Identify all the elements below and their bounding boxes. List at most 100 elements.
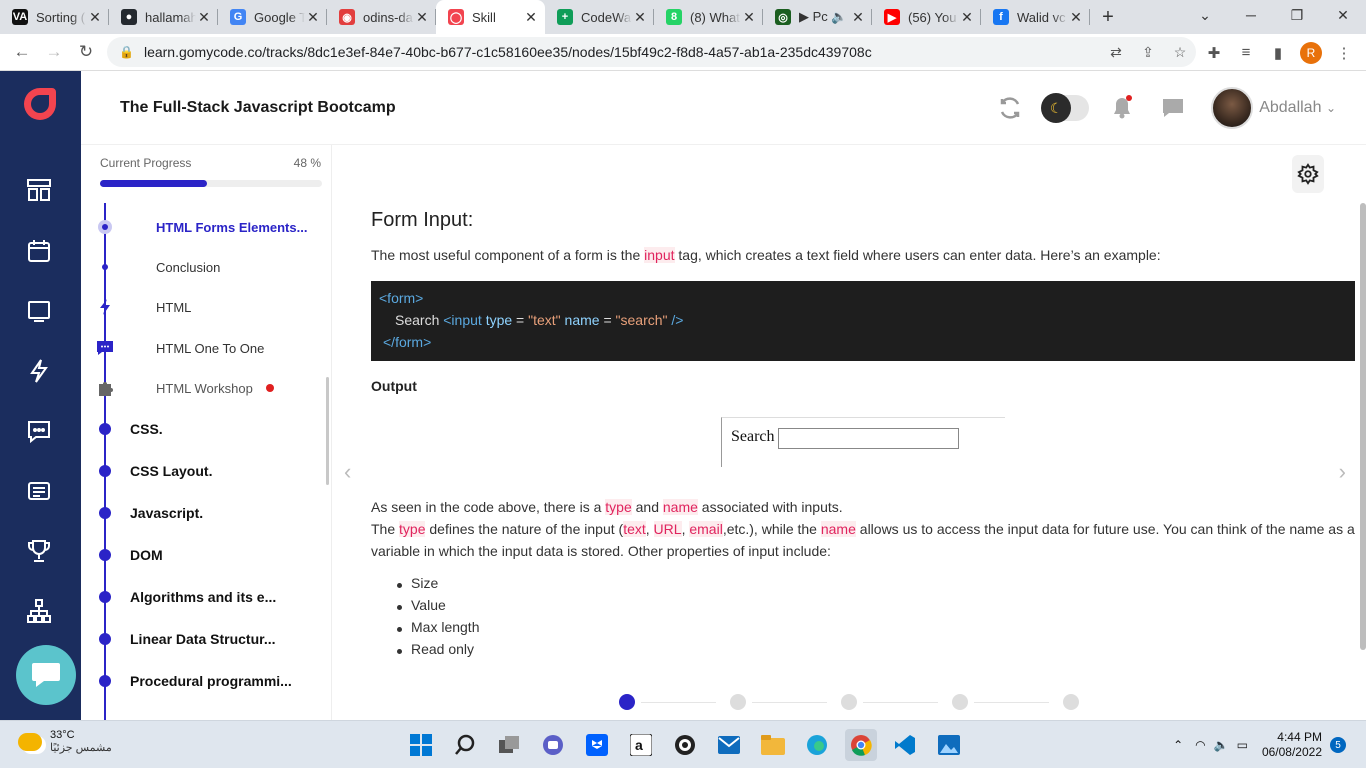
- task-view-icon[interactable]: [493, 729, 525, 761]
- close-tab-icon[interactable]: ✕: [414, 9, 430, 26]
- notification-badge[interactable]: 5: [1330, 737, 1346, 753]
- lesson-item[interactable]: HTML Forms Elements...: [81, 217, 321, 237]
- start-icon[interactable]: [405, 729, 437, 761]
- user-name[interactable]: Abdallah ⌄: [1259, 99, 1336, 117]
- file-explorer-icon[interactable]: [757, 729, 789, 761]
- hierarchy-icon[interactable]: [24, 596, 54, 626]
- lesson-item[interactable]: HTML: [81, 297, 321, 317]
- browser-tab[interactable]: ● hallamah ✕: [109, 0, 218, 34]
- search-icon[interactable]: [449, 729, 481, 761]
- profile-avatar[interactable]: R: [1300, 41, 1322, 64]
- section-item[interactable]: CSS Layout.: [81, 461, 321, 481]
- close-window-button[interactable]: ✕: [1320, 0, 1366, 30]
- battery-icon[interactable]: ▭: [1237, 738, 1248, 752]
- side-panel-icon[interactable]: ▮: [1262, 44, 1294, 62]
- browser-tab[interactable]: G Google T ✕: [218, 0, 327, 34]
- next-arrow[interactable]: ›: [1339, 459, 1346, 485]
- support-chat-button[interactable]: [16, 645, 76, 705]
- page-step-dot[interactable]: [841, 694, 857, 710]
- laptop-icon[interactable]: [24, 296, 54, 326]
- mail-icon[interactable]: [713, 729, 745, 761]
- bookmark-star-icon[interactable]: ☆: [1164, 44, 1196, 61]
- close-tab-icon[interactable]: ✕: [305, 9, 321, 26]
- dropbox-icon[interactable]: [581, 729, 613, 761]
- calendar-icon[interactable]: [24, 236, 54, 266]
- forward-button[interactable]: →: [38, 36, 70, 68]
- lightning-icon[interactable]: [24, 356, 54, 386]
- gomycode-logo[interactable]: [24, 88, 56, 120]
- close-tab-icon[interactable]: ✕: [741, 9, 757, 26]
- weather-widget[interactable]: 33°C مشمس جزئيًا: [18, 729, 112, 754]
- section-item[interactable]: Procedural programmi...: [81, 671, 321, 691]
- section-item[interactable]: Algorithms and its e...: [81, 587, 321, 607]
- vscode-icon[interactable]: [889, 729, 921, 761]
- browser-tab[interactable]: ◉ odins-da ✕: [327, 0, 436, 34]
- menu-kebab-icon[interactable]: ⋮: [1328, 44, 1360, 62]
- url-text[interactable]: learn.gomycode.co/tracks/8dc1e3ef-84e7-4…: [144, 44, 1100, 60]
- close-tab-icon[interactable]: ✕: [87, 9, 103, 26]
- edge-icon[interactable]: [801, 729, 833, 761]
- user-avatar[interactable]: [1211, 87, 1254, 129]
- close-tab-icon[interactable]: ✕: [959, 9, 975, 26]
- page-step-dot[interactable]: [952, 694, 968, 710]
- teams-chat-icon[interactable]: [537, 729, 569, 761]
- extensions-icon[interactable]: ✚: [1198, 44, 1230, 62]
- browser-tab[interactable]: ◯ Skill ✕: [436, 0, 545, 34]
- browser-tab[interactable]: + CodeWa ✕: [545, 0, 654, 34]
- lesson-item[interactable]: HTML Workshop: [81, 378, 321, 398]
- refresh-icon[interactable]: [997, 95, 1023, 121]
- demo-search-input[interactable]: [778, 428, 959, 449]
- lesson-item[interactable]: HTML One To One: [81, 338, 321, 358]
- section-item[interactable]: DOM: [81, 545, 321, 565]
- translate-icon[interactable]: ⇄: [1100, 44, 1132, 61]
- volume-icon[interactable]: 🔈: [1214, 738, 1229, 752]
- app-shield-icon[interactable]: [669, 729, 701, 761]
- content-scrollbar[interactable]: [1360, 203, 1366, 650]
- section-item[interactable]: CSS.: [81, 419, 321, 439]
- page-step-dot[interactable]: [1063, 694, 1079, 710]
- lesson-item[interactable]: Conclusion: [81, 257, 321, 277]
- browser-tab[interactable]: 8 (8) What ✕: [654, 0, 763, 34]
- page-step-dot[interactable]: [730, 694, 746, 710]
- close-tab-icon[interactable]: ✕: [1068, 9, 1084, 26]
- tab-search-icon[interactable]: ⌄: [1182, 0, 1228, 30]
- share-icon[interactable]: ⇪: [1132, 44, 1164, 61]
- close-tab-icon[interactable]: ✕: [632, 9, 648, 26]
- restore-button[interactable]: ❐: [1274, 0, 1320, 30]
- close-tab-icon[interactable]: ✕: [523, 9, 539, 26]
- browser-toolbar: ← → ↻ 🔒 learn.gomycode.co/tracks/8dc1e3e…: [0, 34, 1366, 71]
- minimize-button[interactable]: ─: [1228, 0, 1274, 30]
- photos-icon[interactable]: [933, 729, 965, 761]
- dark-mode-toggle[interactable]: ☾: [1041, 93, 1090, 123]
- settings-button[interactable]: [1292, 155, 1324, 193]
- new-tab-button[interactable]: +: [1090, 0, 1126, 34]
- news-icon[interactable]: [24, 476, 54, 506]
- close-tab-icon[interactable]: ✕: [196, 9, 212, 26]
- browser-tab[interactable]: VA Sorting (✕: [0, 0, 109, 34]
- back-button[interactable]: ←: [6, 36, 38, 68]
- panel-scrollbar[interactable]: [326, 377, 329, 485]
- section-item[interactable]: Javascript.: [81, 503, 321, 523]
- notification-bell-icon[interactable]: [1109, 95, 1135, 121]
- chrome-icon[interactable]: [845, 729, 877, 761]
- tray-overflow-icon[interactable]: ⌃: [1173, 738, 1183, 752]
- section-item[interactable]: Linear Data Structur...: [81, 629, 321, 649]
- browser-tab[interactable]: ▶ (56) You ✕: [872, 0, 981, 34]
- browser-tab[interactable]: ◎ ▶ Pc 🔈 ✕: [763, 0, 872, 34]
- address-bar[interactable]: 🔒 learn.gomycode.co/tracks/8dc1e3ef-84e7…: [107, 37, 1196, 67]
- messages-icon[interactable]: [24, 416, 54, 446]
- amazon-icon[interactable]: a: [625, 729, 657, 761]
- previous-arrow[interactable]: ‹: [344, 459, 351, 485]
- trophy-icon[interactable]: [24, 536, 54, 566]
- reload-button[interactable]: ↻: [70, 36, 102, 68]
- browser-tab[interactable]: f Walid vc ✕: [981, 0, 1090, 34]
- tab-title: CodeWa: [581, 9, 632, 25]
- tab-list: VA Sorting (✕ ● hallamah ✕ G Google T ✕ ◉ odins-d…: [0, 0, 1090, 34]
- tracks-icon[interactable]: [24, 175, 54, 205]
- close-tab-icon[interactable]: ✕: [850, 9, 866, 26]
- chat-icon[interactable]: [1161, 97, 1185, 119]
- clock[interactable]: 4:44 PM 06/08/2022: [1262, 730, 1322, 760]
- reading-list-icon[interactable]: ≡: [1230, 44, 1262, 61]
- wifi-icon[interactable]: ◠: [1195, 738, 1205, 752]
- page-step-dot[interactable]: [619, 694, 635, 710]
